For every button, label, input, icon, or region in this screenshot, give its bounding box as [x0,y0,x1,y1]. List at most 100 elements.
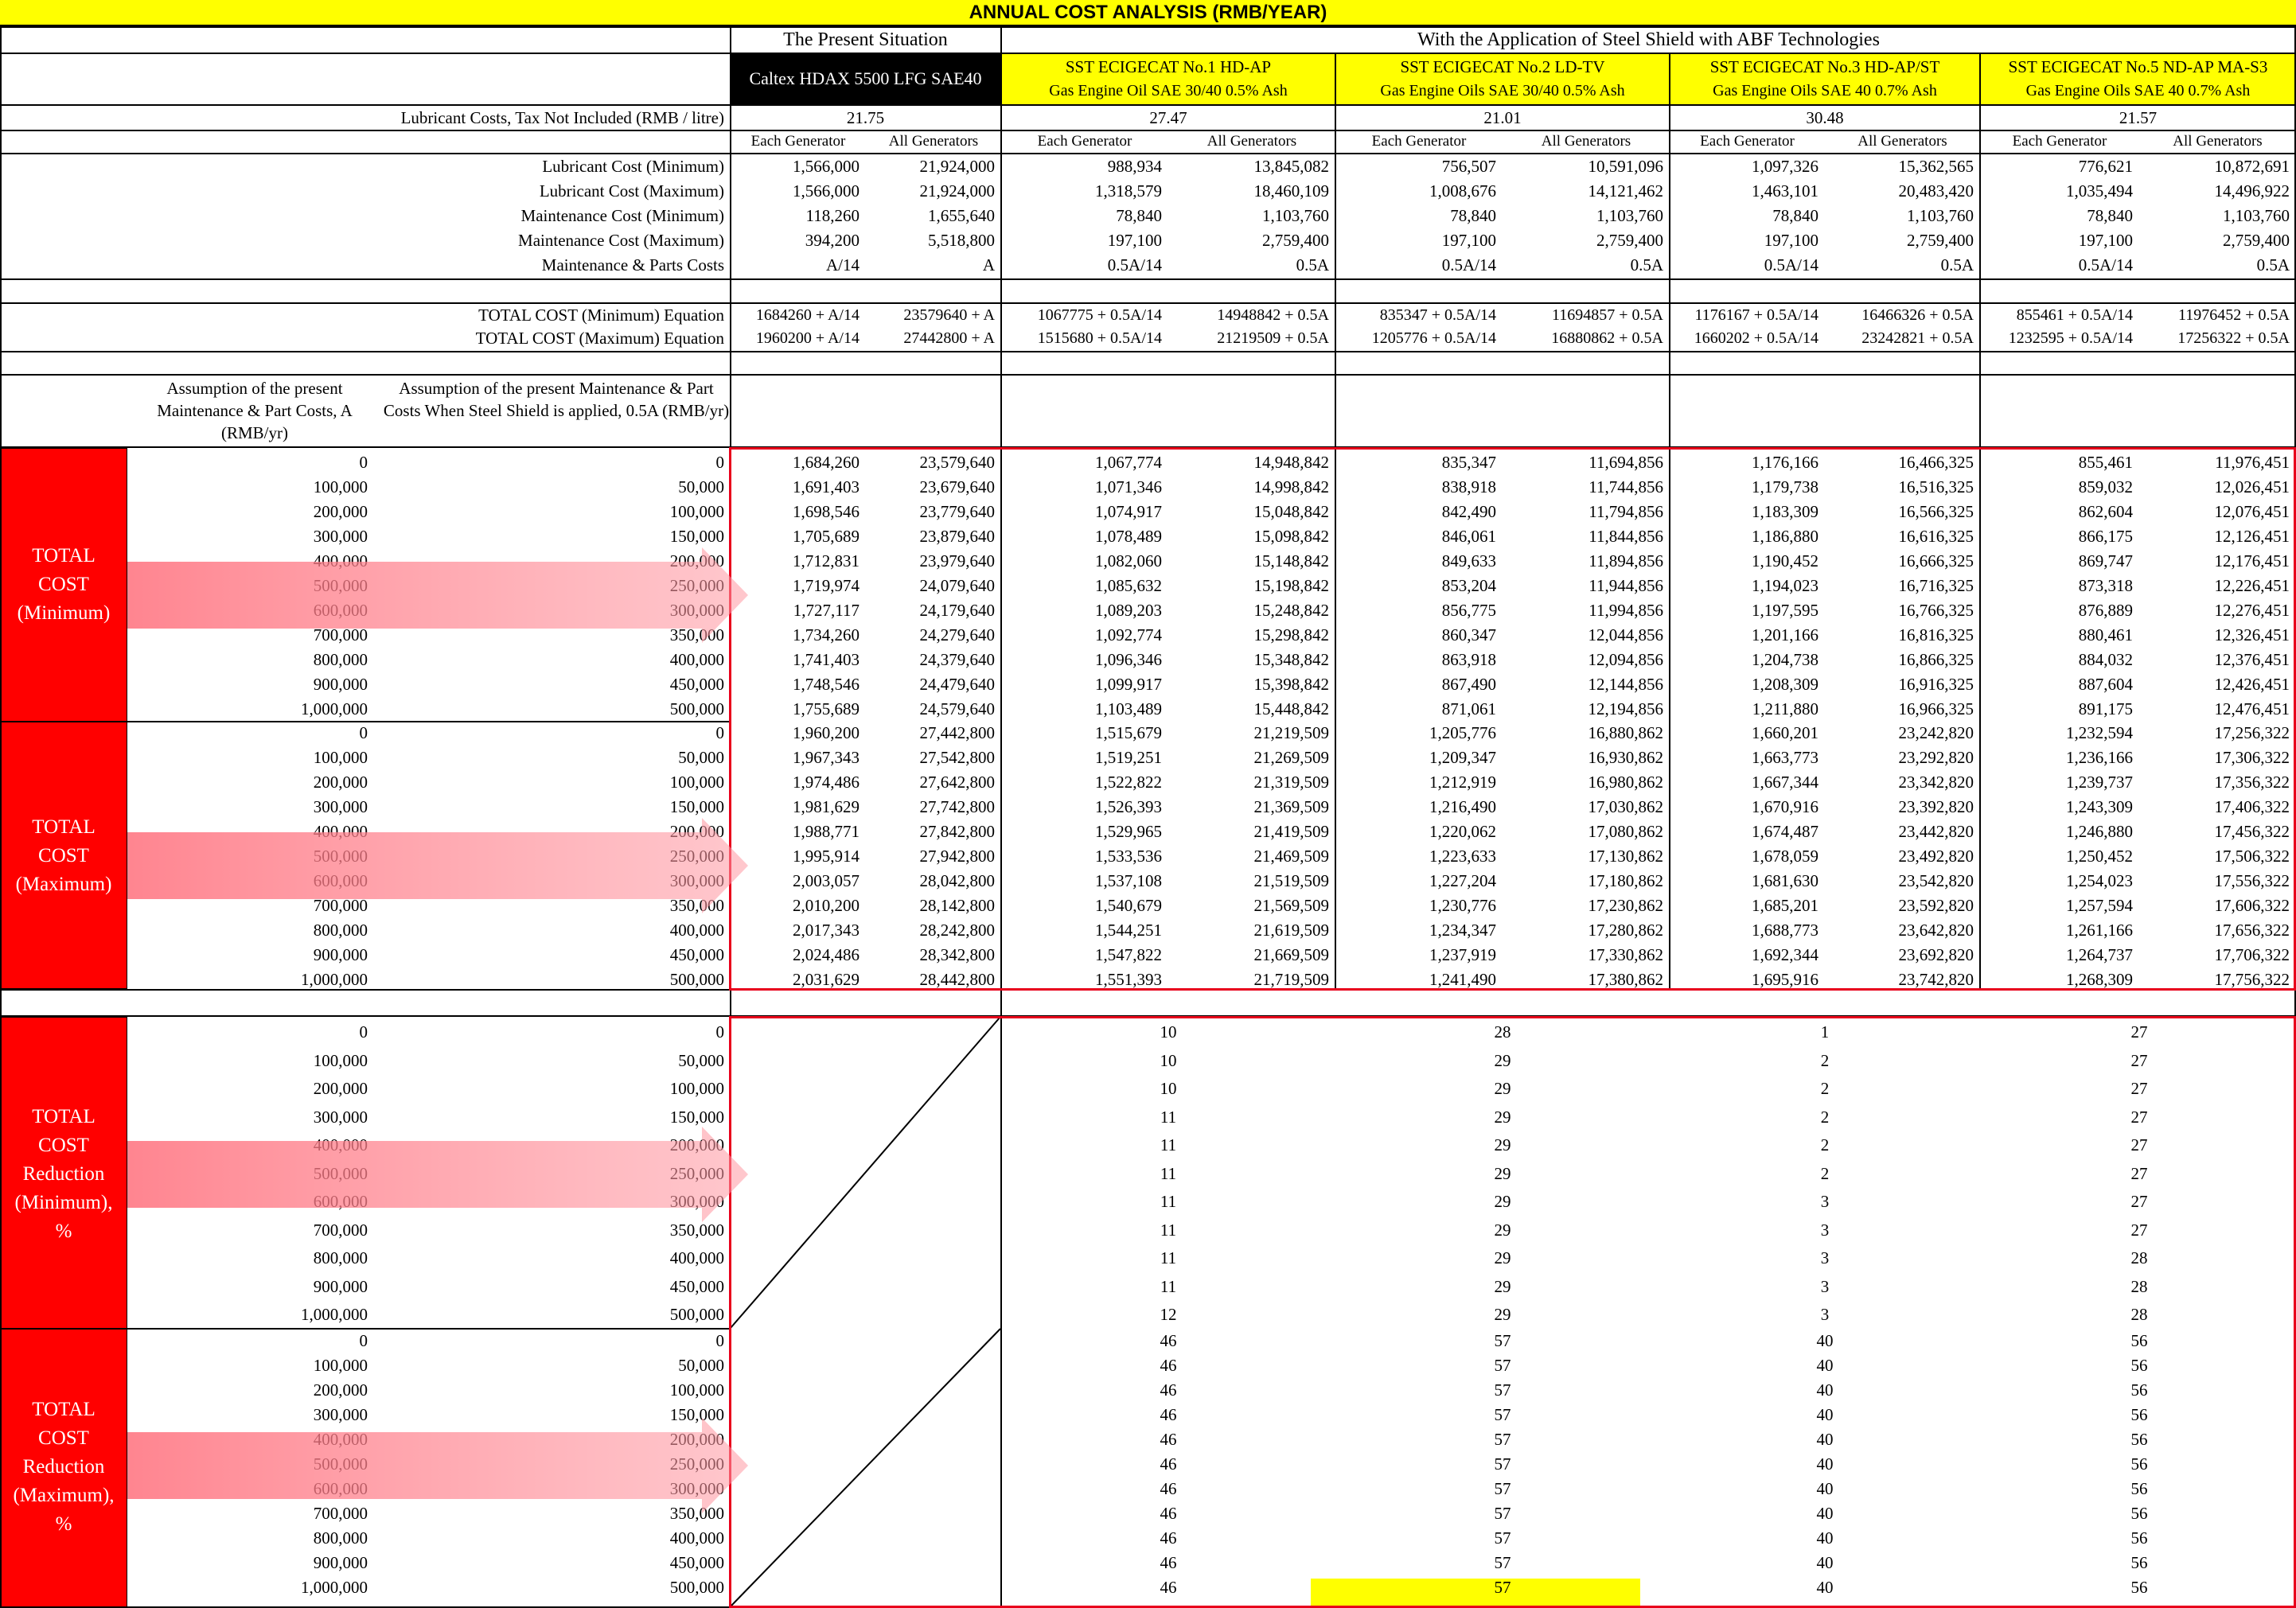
total-cost-cell: 28,042,800 [919,871,996,890]
reduction-cell: 56 [2130,1504,2148,1523]
total-cost-cell: 17,130,862 [1588,847,1664,866]
reduction-cell: 28 [2130,1305,2148,1324]
product-1-name: SST ECIGECAT No.1 HD-AP [1065,57,1272,76]
label-line: (Maximum), [13,1485,115,1506]
reduction-cell: 29 [1494,1135,1511,1154]
total-cost-cell: 1,678,059 [1752,847,1818,866]
total-cost-cell: 12,276,451 [2214,601,2290,620]
assumption-b-value: 0 [715,1022,725,1042]
total-cost-cell: 21,269,509 [1253,748,1330,767]
assumption-b-value: 150,000 [669,527,724,546]
total-cost-cell: 23,342,820 [1898,773,1974,792]
reduction-cell: 29 [1494,1107,1511,1127]
reduction-cell: 46 [1160,1331,1177,1350]
cost-cell: 197,100 [2078,231,2133,250]
cost-cell: 1,103,760 [1262,206,1329,225]
total-cost-cell: 14,998,842 [1253,477,1330,496]
assumption-a-value: 500,000 [313,1163,368,1183]
total-cost-cell: 14,948,842 [1253,453,1330,472]
assumption-b-value: 0 [715,723,725,742]
assumption-a-value: 400,000 [313,1135,368,1154]
reduction-cell: 40 [1816,1454,1834,1474]
reduction-cell: 10 [1160,1022,1177,1042]
assumption-b-value: 350,000 [669,1504,724,1523]
reduction-cell: 56 [2130,1430,2148,1449]
cost-cell: 13,845,082 [1253,157,1330,176]
cost-cell: 394,200 [805,231,860,250]
total-cost-cell: 17,506,322 [2214,847,2290,866]
total-cost-cell: 17,656,322 [2214,921,2290,940]
equation-row-label: TOTAL COST (Minimum) Equation [478,306,724,325]
total-cost-cell: 17,180,862 [1588,871,1664,890]
equation-cell: 16880862 + 0.5A [1551,329,1663,347]
total-cost-cell: 15,198,842 [1253,576,1330,595]
assumption-b-value: 50,000 [678,477,724,496]
assumption-a-value: 0 [359,723,368,742]
total-cost-cell: 24,179,640 [919,601,996,620]
total-cost-cell: 1,974,486 [793,773,860,792]
cost-cell: 197,100 [1441,231,1496,250]
assumption-b-value: 300,000 [669,871,724,890]
reduction-cell: 3 [1820,1248,1830,1267]
cost-cell: 1,097,326 [1752,157,1818,176]
total-cost-cell: 24,079,640 [919,576,996,595]
cost-cell: 197,100 [1107,231,1162,250]
reduction-cell: 3 [1820,1192,1830,1211]
total-cost-cell: 1,748,546 [793,675,860,694]
assumption-b-value: 100,000 [669,1079,724,1098]
cost-cell: 0.5A [2256,255,2290,274]
label-line: COST [38,845,89,866]
total-cost-cell: 16,916,325 [1898,675,1974,694]
total-cost-cell: 16,930,862 [1588,748,1664,767]
total-cost-cell: 28,142,800 [919,896,996,915]
assumption-a-value: 600,000 [313,1192,368,1211]
equation-cell: 23242821 + 0.5A [1861,329,1974,347]
grid-line [127,1328,731,1330]
total-cost-cell: 1,981,629 [793,797,860,816]
reduction-cell: 29 [1494,1050,1511,1070]
cost-cell: 1,103,760 [2223,206,2290,225]
cost-cell: 78,840 [1450,206,1496,225]
total-cost-cell: 859,032 [2078,477,2133,496]
total-cost-cell: 1,254,023 [2066,871,2133,890]
section-reduction-max-label: TOTAL COST Reduction (Maximum), % [0,1396,127,1539]
reduction-cell: 2 [1820,1107,1830,1127]
lubricant-price-3: 30.48 [1806,108,1844,127]
total-cost-cell: 17,256,322 [2214,723,2290,742]
reduction-cell: 46 [1160,1430,1177,1449]
total-cost-cell: 12,044,856 [1588,625,1664,644]
reduction-cell: 11 [1160,1192,1177,1211]
total-cost-cell: 1,667,344 [1752,773,1818,792]
column-subhead: All Generators [1206,133,1297,150]
total-cost-cell: 16,816,325 [1898,625,1974,644]
total-cost-cell: 23,592,820 [1898,896,1974,915]
equation-cell: 1205776 + 0.5A/14 [1371,329,1496,347]
assumption-a-value: 0 [359,1022,368,1042]
total-cost-cell: 1,236,166 [2066,748,2133,767]
total-cost-cell: 1,234,347 [1429,921,1496,940]
total-cost-cell: 21,519,509 [1253,871,1330,890]
section-total-max-label: TOTAL COST (Maximum) [0,813,127,899]
total-cost-cell: 1,197,595 [1752,601,1818,620]
total-cost-cell: 27,742,800 [919,797,996,816]
total-cost-cell: 11,794,856 [1588,502,1663,521]
present-product-name: Caltex HDAX 5500 LFG SAE40 [749,68,982,88]
total-cost-cell: 21,419,509 [1253,822,1330,841]
equation-cell: 17256322 + 0.5A [2177,329,2290,347]
assumption-a-value: 700,000 [313,1220,368,1240]
cost-cell: 10,591,096 [1588,157,1664,176]
grid-line [0,104,2296,106]
total-cost-cell: 860,347 [1441,625,1496,644]
total-cost-cell: 21,319,509 [1253,773,1330,792]
assumption-a-value: 1,000,000 [301,699,368,718]
sheet-title: ANNUAL COST ANALYSIS (RMB/YEAR) [969,2,1327,23]
cost-cell: 2,759,400 [1907,231,1974,250]
total-cost-cell: 1,674,487 [1752,822,1818,841]
reduction-cell: 46 [1160,1578,1177,1597]
total-cost-cell: 1,183,309 [1752,502,1818,521]
cost-cell: 5,518,800 [928,231,995,250]
total-cost-cell: 23,492,820 [1898,847,1974,866]
total-cost-cell: 28,342,800 [919,945,996,964]
equation-cell: 23579640 + A [903,306,995,324]
total-cost-cell: 1,705,689 [793,527,860,546]
